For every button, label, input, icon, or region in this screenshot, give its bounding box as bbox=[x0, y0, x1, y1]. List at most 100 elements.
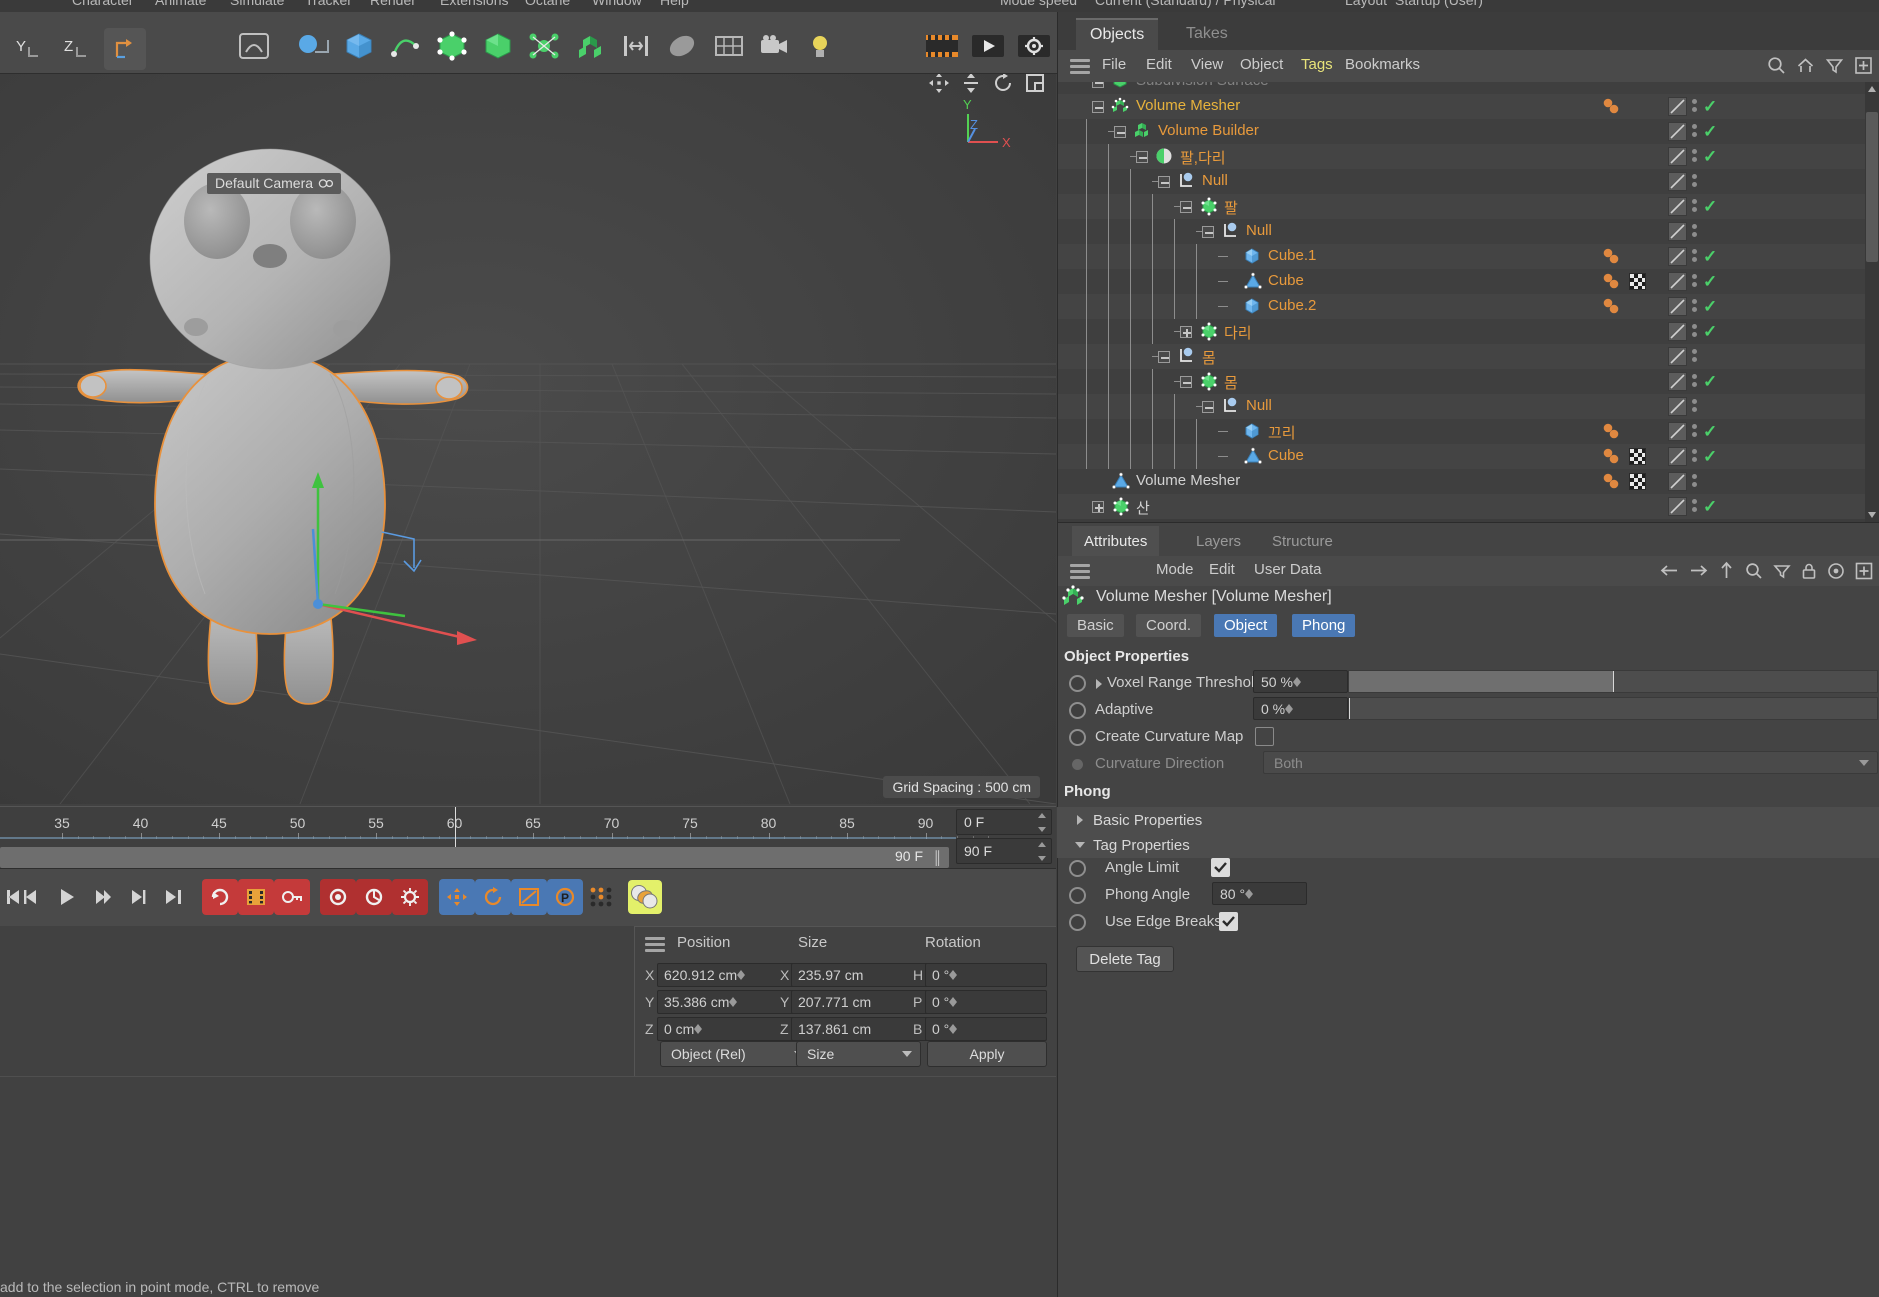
timeline-playhead[interactable] bbox=[454, 807, 456, 847]
selection-tag-icon[interactable] bbox=[1629, 473, 1646, 490]
mograph-button[interactable] bbox=[614, 26, 658, 66]
table-row[interactable]: Cube.2 ✓ bbox=[1058, 294, 1879, 319]
size-mode-select[interactable]: Size bbox=[796, 1041, 921, 1067]
layout-grid-button[interactable] bbox=[707, 26, 751, 66]
object-name[interactable]: Cube bbox=[1268, 447, 1304, 464]
visibility-dots-icon[interactable] bbox=[1692, 124, 1697, 140]
hamburger-icon[interactable] bbox=[1070, 59, 1090, 74]
array-button[interactable] bbox=[476, 26, 520, 66]
render-preview-button[interactable] bbox=[920, 26, 964, 66]
phong-tag-icon[interactable] bbox=[1602, 98, 1622, 119]
object-tree-scrollbar[interactable] bbox=[1865, 82, 1879, 522]
visibility-tag-icon[interactable] bbox=[1668, 147, 1687, 166]
move-viewport-icon[interactable] bbox=[928, 74, 950, 98]
world-coordinates-button[interactable] bbox=[104, 28, 146, 70]
collapse-icon[interactable] bbox=[1158, 351, 1170, 363]
selection-tag-icon[interactable] bbox=[1629, 448, 1646, 465]
viewport[interactable]: Default Camera Y X Z Grid Spacing : 500 … bbox=[0, 74, 1056, 804]
visibility-tag-icon[interactable] bbox=[1668, 297, 1687, 316]
object-name[interactable]: 팔,다리 bbox=[1180, 147, 1226, 168]
am-menu-edit[interactable]: Edit bbox=[1209, 561, 1235, 578]
enabled-check-icon[interactable]: ✓ bbox=[1703, 147, 1717, 166]
enabled-check-icon[interactable]: ✓ bbox=[1703, 372, 1717, 391]
rotation-h-field[interactable]: 0 ° bbox=[925, 963, 1047, 987]
tab-attributes[interactable]: Attributes bbox=[1072, 526, 1160, 556]
position-y-field[interactable]: 35.386 cm bbox=[657, 990, 797, 1014]
volume-builder-button[interactable] bbox=[568, 26, 612, 66]
size-z-field[interactable]: 137.861 cm bbox=[791, 1017, 931, 1041]
selection-tag-icon[interactable] bbox=[1629, 273, 1646, 290]
phong-tag-icon[interactable] bbox=[1602, 298, 1622, 319]
chevron-right-icon[interactable] bbox=[1096, 679, 1102, 689]
menu-item-mode-speed[interactable]: Mode speed bbox=[1000, 0, 1077, 8]
table-row[interactable]: Cube ✓ bbox=[1058, 444, 1879, 469]
menu-item-layout[interactable]: Layout bbox=[1345, 0, 1387, 8]
enabled-check-icon[interactable]: ✓ bbox=[1703, 122, 1717, 141]
scroll-up-icon[interactable] bbox=[1868, 86, 1876, 92]
deformer-button[interactable] bbox=[522, 26, 566, 66]
visibility-dots-icon[interactable] bbox=[1692, 299, 1697, 315]
attr-tab-coord[interactable]: Coord. bbox=[1136, 614, 1202, 637]
om-menu-object[interactable]: Object bbox=[1240, 56, 1283, 73]
material-preview-button[interactable] bbox=[628, 880, 662, 914]
rotation-key-button[interactable] bbox=[475, 879, 511, 915]
current-frame-spinner[interactable] bbox=[1036, 813, 1048, 832]
property-toggle-icon[interactable] bbox=[1069, 702, 1086, 719]
point-level-animation-button[interactable] bbox=[583, 879, 619, 915]
table-row[interactable]: Cube.1 ✓ bbox=[1058, 244, 1879, 269]
om-menu-view[interactable]: View bbox=[1191, 56, 1223, 73]
rotation-spinner[interactable] bbox=[949, 1024, 958, 1034]
keyframe-button[interactable] bbox=[238, 879, 274, 915]
attr-tab-object[interactable]: Object bbox=[1214, 614, 1278, 637]
object-name[interactable]: 몸 bbox=[1202, 347, 1216, 368]
menu-item-help[interactable]: Help bbox=[660, 0, 689, 8]
property-toggle-icon[interactable] bbox=[1072, 759, 1083, 770]
visibility-tag-icon[interactable] bbox=[1668, 97, 1687, 116]
visibility-dots-icon[interactable] bbox=[1692, 424, 1697, 440]
visibility-tag-icon[interactable] bbox=[1668, 122, 1687, 141]
visibility-dots-icon[interactable] bbox=[1692, 499, 1697, 515]
visibility-tag-icon[interactable] bbox=[1668, 247, 1687, 266]
maximize-viewport-icon[interactable] bbox=[1024, 74, 1046, 98]
timeline[interactable]: 354045505560657075808590 90 F ║ 0 F 90 F bbox=[0, 806, 1056, 868]
collapse-icon[interactable] bbox=[1202, 401, 1214, 413]
loop-button[interactable] bbox=[202, 879, 238, 915]
menu-item-octane[interactable]: Octane bbox=[525, 0, 570, 8]
menu-item-render[interactable]: Render bbox=[370, 0, 416, 8]
table-row[interactable]: Null bbox=[1058, 169, 1879, 194]
object-name[interactable]: Null bbox=[1246, 397, 1272, 414]
am-menu-user-data[interactable]: User Data bbox=[1254, 561, 1322, 578]
lock-icon[interactable] bbox=[1801, 562, 1817, 584]
expand-icon[interactable] bbox=[1180, 326, 1192, 338]
light-button[interactable] bbox=[798, 26, 842, 66]
visibility-tag-icon[interactable] bbox=[1668, 472, 1687, 491]
cube-primitive-button[interactable] bbox=[337, 26, 381, 66]
end-frame-spinner[interactable] bbox=[1036, 842, 1048, 861]
table-row[interactable]: 끄리 ✓ bbox=[1058, 419, 1879, 444]
property-slider[interactable] bbox=[1348, 697, 1878, 720]
rotation-p-field[interactable]: 0 ° bbox=[925, 990, 1047, 1014]
object-name[interactable]: Subdivision Surface bbox=[1136, 82, 1269, 89]
table-row[interactable]: Cube ✓ bbox=[1058, 269, 1879, 294]
up-arrow-icon[interactable] bbox=[1718, 561, 1735, 584]
coordinate-mode-select[interactable]: Object (Rel) bbox=[660, 1041, 813, 1067]
menu-item-tracker[interactable]: Tracker bbox=[305, 0, 352, 8]
enabled-check-icon[interactable]: ✓ bbox=[1703, 97, 1717, 116]
collapse-icon[interactable] bbox=[1202, 226, 1214, 238]
rotation-spinner[interactable] bbox=[949, 970, 958, 980]
table-row[interactable]: 산 ✓ bbox=[1058, 494, 1879, 519]
go-to-next-key-button[interactable] bbox=[122, 877, 156, 917]
object-name[interactable]: Cube.1 bbox=[1268, 247, 1316, 264]
phong-tag-icon[interactable] bbox=[1602, 248, 1622, 269]
table-row[interactable]: Volume Mesher bbox=[1058, 469, 1879, 494]
home-icon[interactable] bbox=[1796, 56, 1815, 79]
menu-item-extensions[interactable]: Extensions bbox=[440, 0, 508, 8]
visibility-dots-icon[interactable] bbox=[1692, 449, 1697, 465]
table-row[interactable]: Volume Mesher ✓ bbox=[1058, 94, 1879, 119]
visibility-dots-icon[interactable] bbox=[1692, 274, 1697, 290]
scale-key-button[interactable] bbox=[511, 879, 547, 915]
object-name[interactable]: Volume Mesher bbox=[1136, 472, 1240, 489]
collapse-icon[interactable] bbox=[1136, 151, 1148, 163]
visibility-dots-icon[interactable] bbox=[1692, 324, 1697, 340]
spline-pen-button[interactable] bbox=[383, 26, 427, 66]
